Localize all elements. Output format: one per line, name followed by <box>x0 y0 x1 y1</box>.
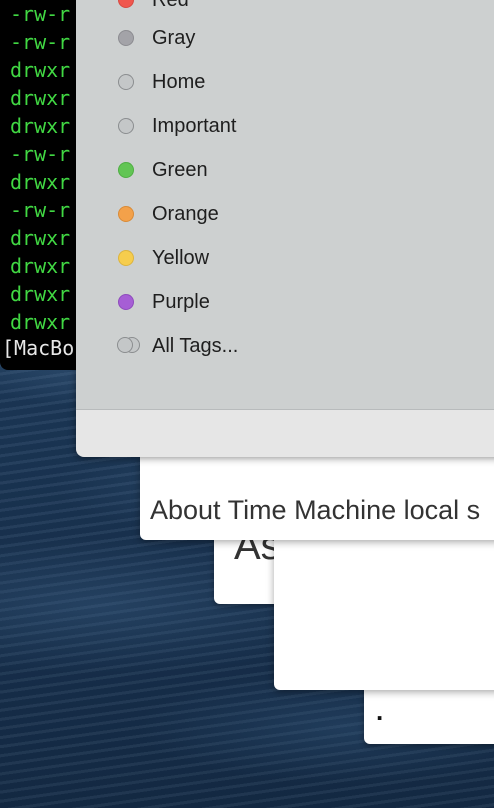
partial-text: . <box>376 696 384 726</box>
tag-label: Yellow <box>152 246 210 269</box>
tag-label: Important <box>152 114 237 137</box>
tag-item-green[interactable]: Green <box>116 155 208 185</box>
red-tag-icon <box>118 0 134 8</box>
green-tag-icon <box>118 162 134 178</box>
terminal-line: drwxr <box>10 226 71 250</box>
terminal-line: drwxr <box>10 86 71 110</box>
tag-item-all-tags[interactable]: All Tags... <box>116 331 238 361</box>
terminal-line: drwxr <box>10 282 71 306</box>
tag-item-important[interactable]: Important <box>116 111 236 141</box>
tags-menu: Red Gray Home Important Green Orange Yel… <box>76 0 494 457</box>
background-window-article[interactable]: About Time Machine local s <box>140 455 494 540</box>
terminal-line: drwxr <box>10 58 71 82</box>
empty-tag-icon <box>118 118 134 134</box>
tag-label: Green <box>152 158 208 181</box>
terminal-line: drwxr <box>10 170 71 194</box>
menu-footer <box>76 409 494 457</box>
terminal-line: -rw-r <box>10 142 71 166</box>
tag-label: Red <box>152 0 189 12</box>
terminal-line: drwxr <box>10 114 71 138</box>
tag-item-red[interactable]: Red <box>116 0 189 15</box>
background-window-blank[interactable] <box>274 540 494 690</box>
tag-item-yellow[interactable]: Yellow <box>116 243 209 273</box>
tag-item-orange[interactable]: Orange <box>116 199 219 229</box>
terminal-line: drwxr <box>10 310 71 334</box>
empty-tag-icon <box>118 74 134 90</box>
tag-item-gray[interactable]: Gray <box>116 23 195 53</box>
tag-label: Gray <box>152 26 196 49</box>
terminal-line: -rw-r <box>10 198 71 222</box>
all-tags-icon <box>116 337 142 355</box>
tag-label: Orange <box>152 202 219 225</box>
purple-tag-icon <box>118 294 134 310</box>
gray-tag-icon <box>118 30 134 46</box>
tag-item-home[interactable]: Home <box>116 67 205 97</box>
tag-label: All Tags... <box>152 334 239 357</box>
orange-tag-icon <box>118 206 134 222</box>
terminal-line: -rw-r <box>10 2 71 26</box>
terminal-line: -rw-r <box>10 30 71 54</box>
article-heading: About Time Machine local s <box>150 495 481 525</box>
yellow-tag-icon <box>118 250 134 266</box>
tag-item-purple[interactable]: Purple <box>116 287 210 317</box>
terminal-line: drwxr <box>10 254 71 278</box>
tag-label: Home <box>152 70 206 93</box>
tag-label: Purple <box>152 290 210 313</box>
terminal-prompt: [MacBo <box>2 336 75 360</box>
